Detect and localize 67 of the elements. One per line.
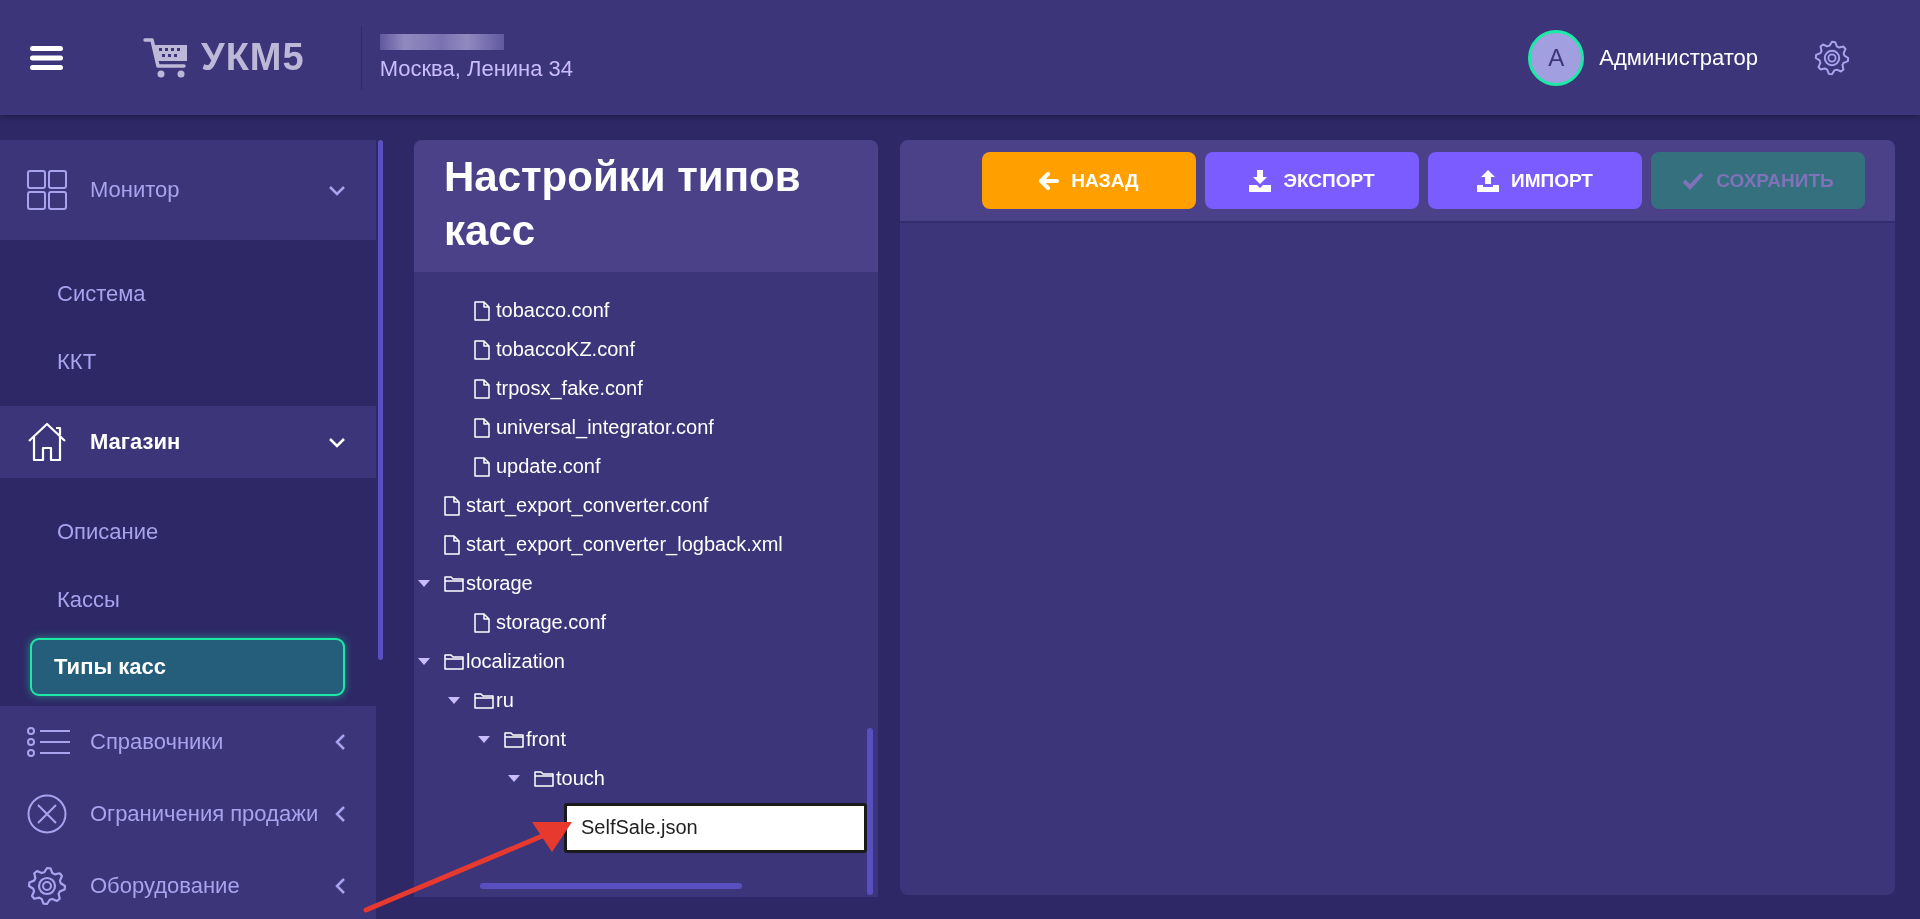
sidebar-section[interactable]: Ограничения продажи: [0, 778, 376, 850]
file-icon: [474, 378, 490, 399]
folder-name[interactable]: touch: [556, 767, 605, 790]
caret-down-icon[interactable]: [508, 775, 520, 782]
check-icon: [1682, 171, 1705, 190]
store-address: Москва, Ленина 34: [379, 55, 574, 82]
file-name[interactable]: tobaccoKZ.conf: [496, 338, 635, 361]
chevron-left-icon[interactable]: [335, 805, 346, 823]
folder-name[interactable]: ru: [496, 689, 514, 712]
logo-text: УКМ5: [201, 36, 305, 79]
file-icon: [474, 339, 490, 360]
upload-icon: [1477, 169, 1499, 192]
folder-name[interactable]: localization: [466, 650, 565, 673]
download-icon: [1249, 169, 1272, 192]
sidebar-section[interactable]: Оборудование: [0, 850, 376, 919]
menu-icon[interactable]: [30, 45, 63, 70]
caret-down-icon[interactable]: [448, 697, 460, 704]
sidebar-item[interactable]: Система: [0, 260, 376, 328]
file-name[interactable]: universal_integrator.conf: [496, 416, 714, 439]
house-icon: [27, 422, 67, 462]
chevron-left-icon[interactable]: [335, 877, 346, 895]
user-name: Администратор: [1599, 44, 1758, 71]
sidebar-item[interactable]: Описание: [0, 498, 376, 566]
caret-down-icon[interactable]: [478, 736, 490, 743]
sidebar-item[interactable]: ККТ: [0, 328, 376, 396]
file-icon: [474, 612, 490, 633]
caret-down-icon[interactable]: [418, 580, 430, 587]
import-button[interactable]: ИМПОРТ: [1428, 152, 1642, 209]
folder-icon: [444, 575, 464, 592]
file-icon: [474, 417, 490, 438]
settings-icon: [1814, 39, 1850, 76]
scrollbar-thumb[interactable]: [867, 728, 873, 895]
gear-icon: [27, 866, 67, 906]
sidebar-section[interactable]: Справочники: [0, 706, 376, 778]
chevron-down-icon[interactable]: [328, 184, 346, 196]
sidebar-item[interactable]: Типы касс: [30, 638, 345, 696]
file-icon: [444, 534, 460, 555]
list-icon: [27, 727, 71, 757]
folder-icon: [474, 692, 494, 709]
file-name[interactable]: trposx_fake.conf: [496, 377, 643, 400]
folder-name[interactable]: front: [526, 728, 567, 751]
export-button[interactable]: ЭКСПОРТ: [1205, 152, 1419, 209]
folder-icon: [444, 653, 464, 670]
chevron-left-icon[interactable]: [335, 733, 346, 751]
panel-title: Настройки типов касс: [444, 152, 802, 256]
folder-icon: [504, 731, 524, 748]
file-name[interactable]: tobacco.conf: [496, 299, 610, 322]
file-name[interactable]: start_export_converter.conf: [466, 494, 709, 517]
scrollbar-thumb[interactable]: [378, 140, 383, 660]
sidebar-item[interactable]: Кассы: [0, 566, 376, 634]
sidebar-section[interactable]: Монитор: [0, 140, 376, 240]
scrollbar-thumb[interactable]: [480, 883, 742, 889]
file-icon: [474, 300, 490, 321]
rename-field[interactable]: SelfSale.json: [564, 802, 867, 853]
folder-icon: [534, 770, 554, 787]
folder-name[interactable]: storage: [466, 572, 533, 595]
file-name[interactable]: storage.conf: [496, 611, 607, 634]
file-name[interactable]: update.conf: [496, 455, 601, 478]
file-icon: [474, 456, 490, 477]
file-icon: [444, 495, 460, 516]
grid-icon: [27, 170, 67, 210]
sidebar-section[interactable]: Магазин: [0, 406, 376, 478]
cancel-icon: [27, 794, 67, 834]
arrow-left-icon: [1039, 171, 1060, 190]
user-avatar[interactable]: А: [1528, 29, 1585, 86]
caret-down-icon[interactable]: [418, 658, 430, 665]
file-name[interactable]: start_export_converter_logback.xml: [466, 533, 783, 556]
